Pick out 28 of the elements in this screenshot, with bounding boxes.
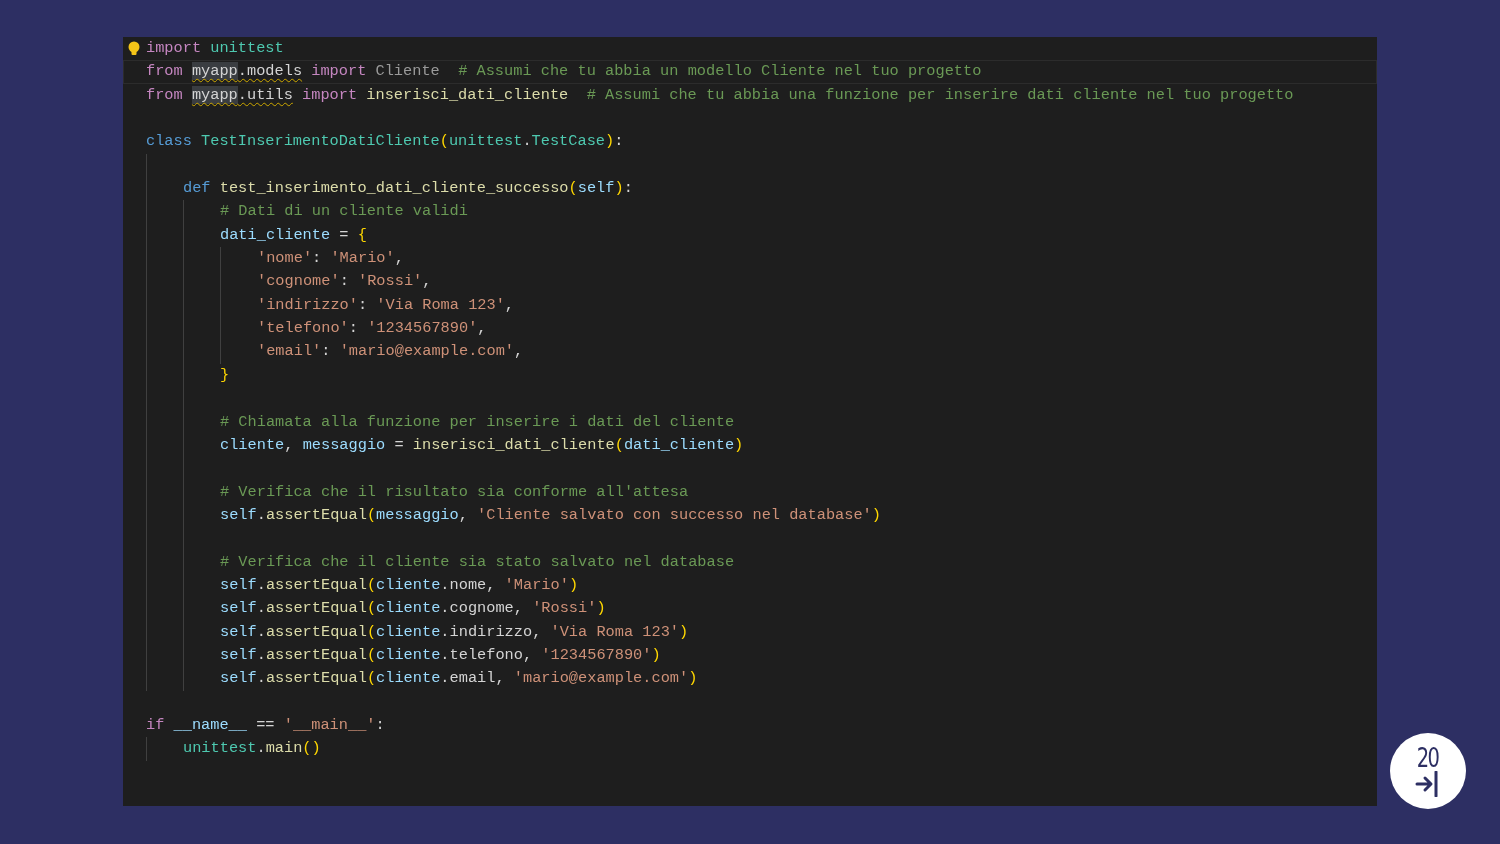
code-line: from myapp.utils import inserisci_dati_cliente # Assumi che tu abbia una funzione per inserire dati cliente nel tuo progetto: [146, 84, 1294, 106]
code-line: self.assertEqual(cliente.nome, 'Mario'): [220, 574, 579, 596]
code-line: class TestInserimentoDatiCliente(unittest.TestCase):: [146, 131, 624, 153]
logo-text: 20: [1417, 745, 1439, 771]
code-line: # Verifica che il risultato sia conforme all'attesa: [220, 481, 689, 503]
code-line: cliente, messaggio = inserisci_dati_cliente(dati_cliente): [220, 434, 744, 456]
code-line: self.assertEqual(cliente.cognome, 'Rossi'): [220, 598, 606, 620]
code-line: self.assertEqual(cliente.telefono, '1234567890'): [220, 644, 661, 666]
code-line: 'nome': 'Mario',: [257, 248, 404, 270]
code-line: 'indirizzo': 'Via Roma 123',: [257, 294, 515, 316]
code-line: # Dati di un cliente validi: [220, 201, 468, 223]
code-line: dati_cliente = {: [220, 224, 367, 246]
code-line: def test_inserimento_dati_cliente_successo(self):: [183, 178, 633, 200]
code-line: 'email': 'mario@example.com',: [257, 341, 524, 363]
code-line: # Chiamata alla funzione per inserire i dati del cliente: [220, 411, 735, 433]
code-line: import unittest: [146, 38, 284, 59]
code-line: 'cognome': 'Rossi',: [257, 271, 432, 293]
code-line: self.assertEqual(cliente.email, 'mario@example.com'): [220, 668, 698, 690]
code-line: 'telefono': '1234567890',: [257, 318, 487, 340]
code-line: from myapp.models import Cliente # Assumi che tu abbia un modello Cliente nel tuo progetto: [146, 61, 982, 83]
code-line: }: [220, 364, 230, 386]
code-line: self.assertEqual(messaggio, 'Cliente salvato con successo nel database'): [220, 504, 881, 526]
lightbulb-icon: [128, 41, 140, 57]
arrow-to-bar-icon: [1415, 771, 1441, 797]
code-line: if __name__ == '__main__':: [146, 714, 385, 736]
code-line: # Verifica che il cliente sia stato salvato nel database: [220, 551, 735, 573]
code-line: unittest.main(): [183, 738, 321, 760]
code-line: self.assertEqual(cliente.indirizzo, 'Via Roma 123'): [220, 621, 689, 643]
